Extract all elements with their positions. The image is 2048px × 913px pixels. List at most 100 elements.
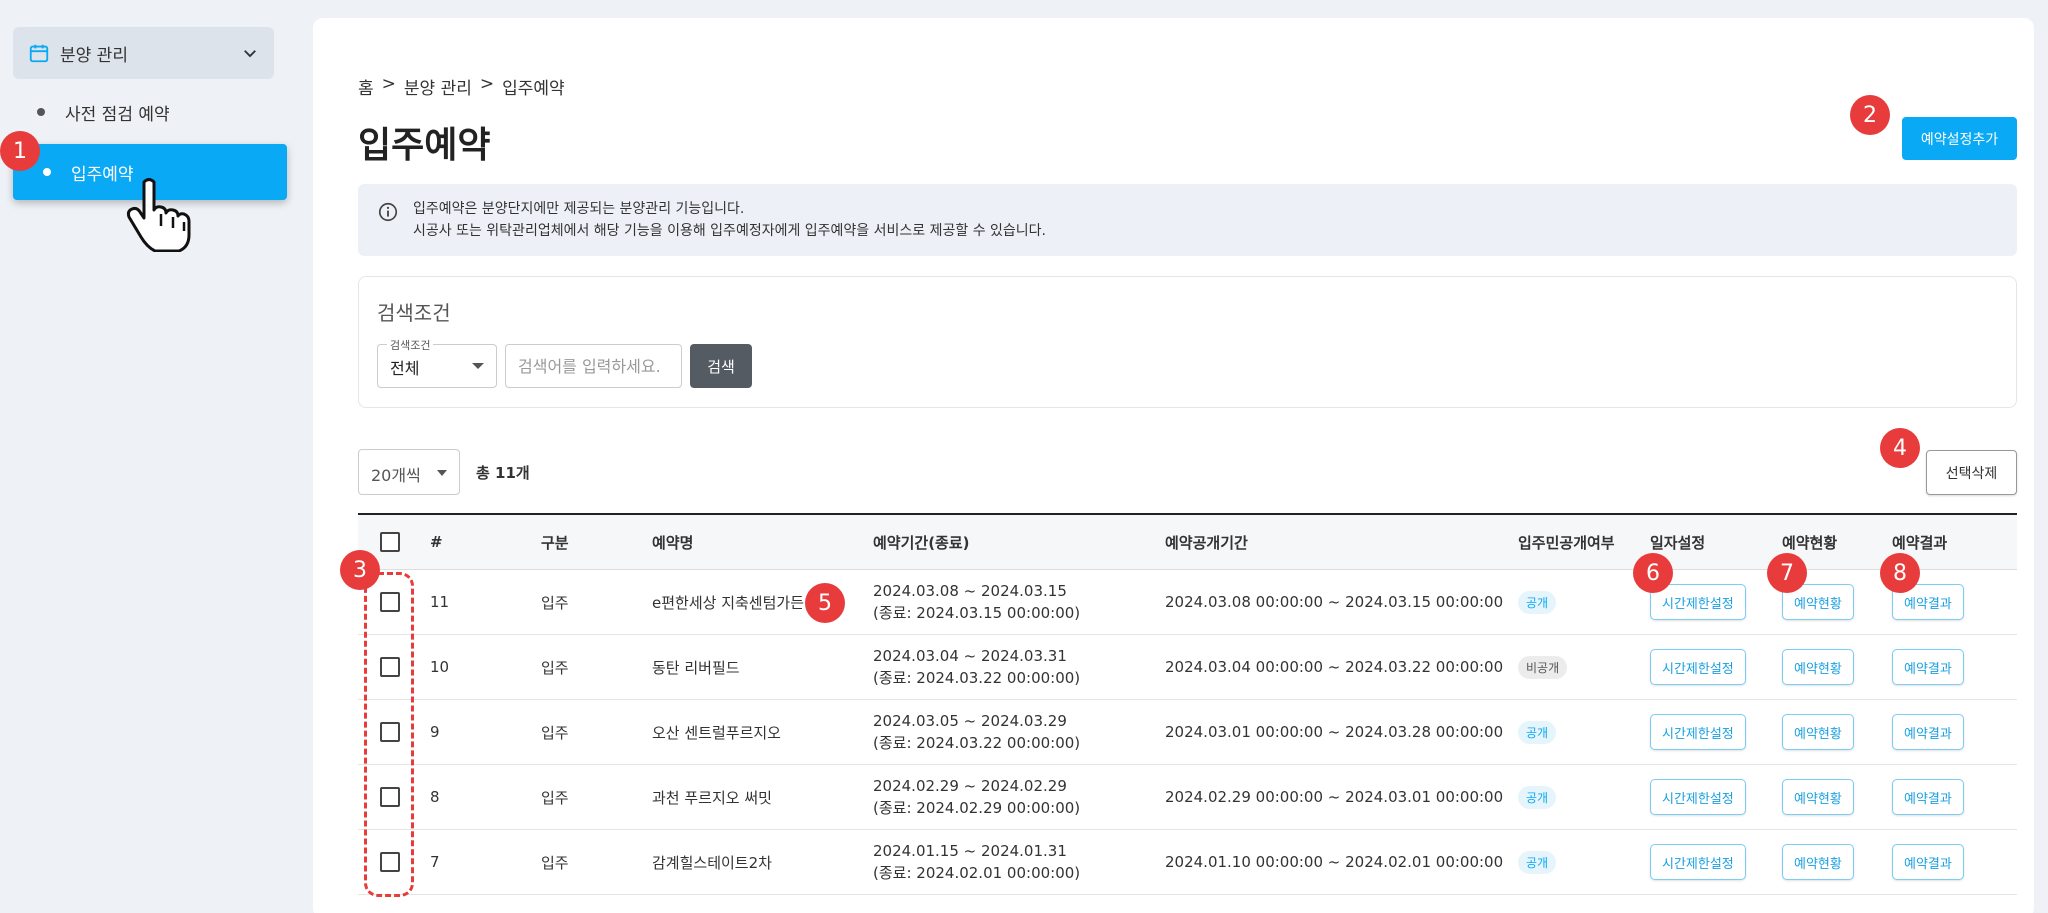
search-button[interactable]: 검색 (690, 344, 752, 388)
reservation-status-button[interactable]: 예약현황 (1782, 649, 1854, 685)
time-limit-setting-button[interactable]: 시간제한설정 (1650, 714, 1746, 750)
sidebar-item-label: 사전 점검 예약 (65, 104, 170, 125)
time-limit-setting-button[interactable]: 시간제한설정 (1650, 779, 1746, 815)
row-period-end: (종료: 2024.02.01 00:00:00) (873, 864, 1081, 882)
row-no: 11 (430, 593, 450, 611)
reservation-result-button[interactable]: 예약결과 (1892, 649, 1964, 685)
table-row: 9 입주 오산 센트럴푸르지오 2024.03.05 ~ 2024.03.29 (종료:… (358, 700, 2017, 765)
visibility-badge: 공개 (1518, 720, 1557, 744)
delete-selected-button[interactable]: 선택삭제 (1926, 450, 2017, 495)
select-legend: 검색조건 (387, 337, 434, 353)
table-row: 7 입주 감계힐스테이트2차 2024.01.15 ~ 2024.01.31 (종료: … (358, 830, 2017, 895)
page-size-select[interactable]: 20개씩 (358, 449, 460, 495)
info-notice: 입주예약은 분양단지에만 제공되는 분양관리 기능입니다. 시공사 또는 위탁관… (358, 184, 2017, 256)
row-open-period: 2024.02.29 00:00:00 ~ 2024.03.01 00:00:0… (1165, 788, 1504, 806)
main-panel: 홈 > 분양 관리 > 입주예약 입주예약 예약설정추가 입주예약은 분양단지에… (313, 18, 2034, 913)
row-period: 2024.03.04 ~ 2024.03.31 (종료: 2024.03.22 0… (873, 635, 1080, 699)
pointer-hand-icon (126, 178, 191, 252)
reservation-status-button[interactable]: 예약현황 (1782, 714, 1854, 750)
bullet-icon (43, 168, 51, 176)
header-visibility: 입주민공개여부 (1518, 533, 1615, 552)
row-no: 7 (430, 853, 440, 871)
visibility-badge: 공개 (1518, 785, 1557, 809)
page-title: 입주예약 (358, 125, 491, 166)
annotation-marker-7: 7 (1767, 553, 1807, 593)
row-open-period: 2024.01.10 00:00:00 ~ 2024.02.01 00:00:0… (1165, 853, 1504, 871)
table-row: 10 입주 동탄 리버필드 2024.03.04 ~ 2024.03.31 (종료: 2… (358, 635, 2017, 700)
row-period-range: 2024.02.29 ~ 2024.02.29 (873, 777, 1067, 795)
breadcrumb-separator: > (479, 74, 495, 94)
header-type: 구분 (541, 533, 569, 552)
row-name[interactable]: 과천 푸르지오 써밋 (652, 765, 772, 829)
row-name[interactable]: 동탄 리버필드 (652, 635, 740, 699)
row-name[interactable]: 감계힐스테이트2차 (652, 830, 772, 894)
header-open-period: 예약공개기간 (1165, 533, 1248, 552)
header-name: 예약명 (652, 533, 694, 552)
bullet-icon (37, 108, 45, 116)
add-reservation-setting-button[interactable]: 예약설정추가 (1902, 117, 2017, 160)
row-open-period: 2024.03.04 00:00:00 ~ 2024.03.22 00:00:0… (1165, 658, 1504, 676)
table-header: # 구분 예약명 예약기간(종료) 예약공개기간 입주민공개여부 일자설정 예약… (358, 513, 2017, 570)
table-row: 8 입주 과천 푸르지오 써밋 2024.02.29 ~ 2024.02.29 (종료:… (358, 765, 2017, 830)
row-period-end: (종료: 2024.03.15 00:00:00) (873, 604, 1081, 622)
reservation-result-button[interactable]: 예약결과 (1892, 714, 1964, 750)
search-input[interactable] (505, 344, 682, 388)
row-period-end: (종료: 2024.03.22 00:00:00) (873, 669, 1081, 687)
search-condition-select[interactable]: 검색조건 전체 (377, 337, 497, 388)
row-period-range: 2024.03.05 ~ 2024.03.29 (873, 712, 1067, 730)
row-period-range: 2024.03.08 ~ 2024.03.15 (873, 582, 1067, 600)
row-open-period: 2024.03.08 00:00:00 ~ 2024.03.15 00:00:0… (1165, 593, 1504, 611)
row-period: 2024.03.08 ~ 2024.03.15 (종료: 2024.03.15 0… (873, 570, 1080, 634)
total-count: 총 11개 (476, 464, 530, 482)
visibility-badge: 공개 (1518, 590, 1557, 614)
reservation-result-button[interactable]: 예약결과 (1892, 779, 1964, 815)
annotation-marker-8: 8 (1880, 553, 1920, 593)
breadcrumb: 홈 > 분양 관리 > 입주예약 (358, 74, 565, 99)
time-limit-setting-button[interactable]: 시간제한설정 (1650, 649, 1746, 685)
time-limit-setting-button[interactable]: 시간제한설정 (1650, 844, 1746, 880)
header-no: # (430, 533, 443, 551)
select-all-checkbox[interactable] (380, 532, 400, 552)
row-period-range: 2024.01.15 ~ 2024.01.31 (873, 842, 1067, 860)
row-period: 2024.02.29 ~ 2024.02.29 (종료: 2024.02.29 0… (873, 765, 1080, 829)
visibility-badge: 공개 (1518, 850, 1557, 874)
row-no: 8 (430, 788, 440, 806)
row-period-end: (종료: 2024.02.29 00:00:00) (873, 799, 1081, 817)
checkbox-column-highlight (364, 572, 414, 897)
breadcrumb-separator: > (381, 74, 396, 94)
breadcrumb-current: 입주예약 (502, 79, 565, 99)
caret-down-icon (437, 470, 447, 476)
row-no: 9 (430, 723, 440, 741)
search-panel: 검색조건 검색조건 전체 검색 (358, 276, 2017, 408)
row-period-end: (종료: 2024.03.22 00:00:00) (873, 734, 1081, 752)
row-no: 10 (430, 658, 450, 676)
row-period: 2024.03.05 ~ 2024.03.29 (종료: 2024.03.22 0… (873, 700, 1080, 764)
breadcrumb-home[interactable]: 홈 (358, 74, 374, 99)
row-type: 입주 (541, 658, 569, 677)
caret-down-icon (472, 363, 484, 369)
info-icon (378, 202, 398, 222)
sidebar-group-sales-management[interactable]: 분양 관리 (13, 27, 274, 79)
annotation-marker-1: 1 (0, 131, 40, 171)
sidebar-item-pre-inspection[interactable]: 사전 점검 예약 (13, 84, 287, 140)
calendar-icon (29, 44, 49, 63)
row-period: 2024.01.15 ~ 2024.01.31 (종료: 2024.02.01 0… (873, 830, 1080, 894)
page-size-value: 20개씩 (371, 466, 421, 485)
row-name[interactable]: 오산 센트럴푸르지오 (652, 700, 781, 764)
reservation-status-button[interactable]: 예약현황 (1782, 844, 1854, 880)
sidebar-group-label: 분양 관리 (60, 45, 128, 66)
chevron-down-icon (244, 50, 256, 58)
info-line-2: 시공사 또는 위탁관리업체에서 해당 기능을 이용해 입주예정자에게 입주예약을… (413, 223, 1046, 239)
row-name[interactable]: e편한세상 지축센텀가든 (652, 570, 804, 634)
visibility-badge: 비공개 (1518, 655, 1568, 679)
reservation-status-button[interactable]: 예약현황 (1782, 779, 1854, 815)
breadcrumb-sales-management[interactable]: 분양 관리 (404, 74, 472, 99)
sidebar: 분양 관리 사전 점검 예약 입주예약 (0, 0, 290, 913)
reservation-result-button[interactable]: 예약결과 (1892, 844, 1964, 880)
row-type: 입주 (541, 788, 569, 807)
header-period: 예약기간(종료) (873, 533, 970, 552)
annotation-marker-6: 6 (1633, 553, 1673, 593)
annotation-marker-4: 4 (1880, 428, 1920, 468)
row-type: 입주 (541, 853, 569, 872)
row-type: 입주 (541, 723, 569, 742)
